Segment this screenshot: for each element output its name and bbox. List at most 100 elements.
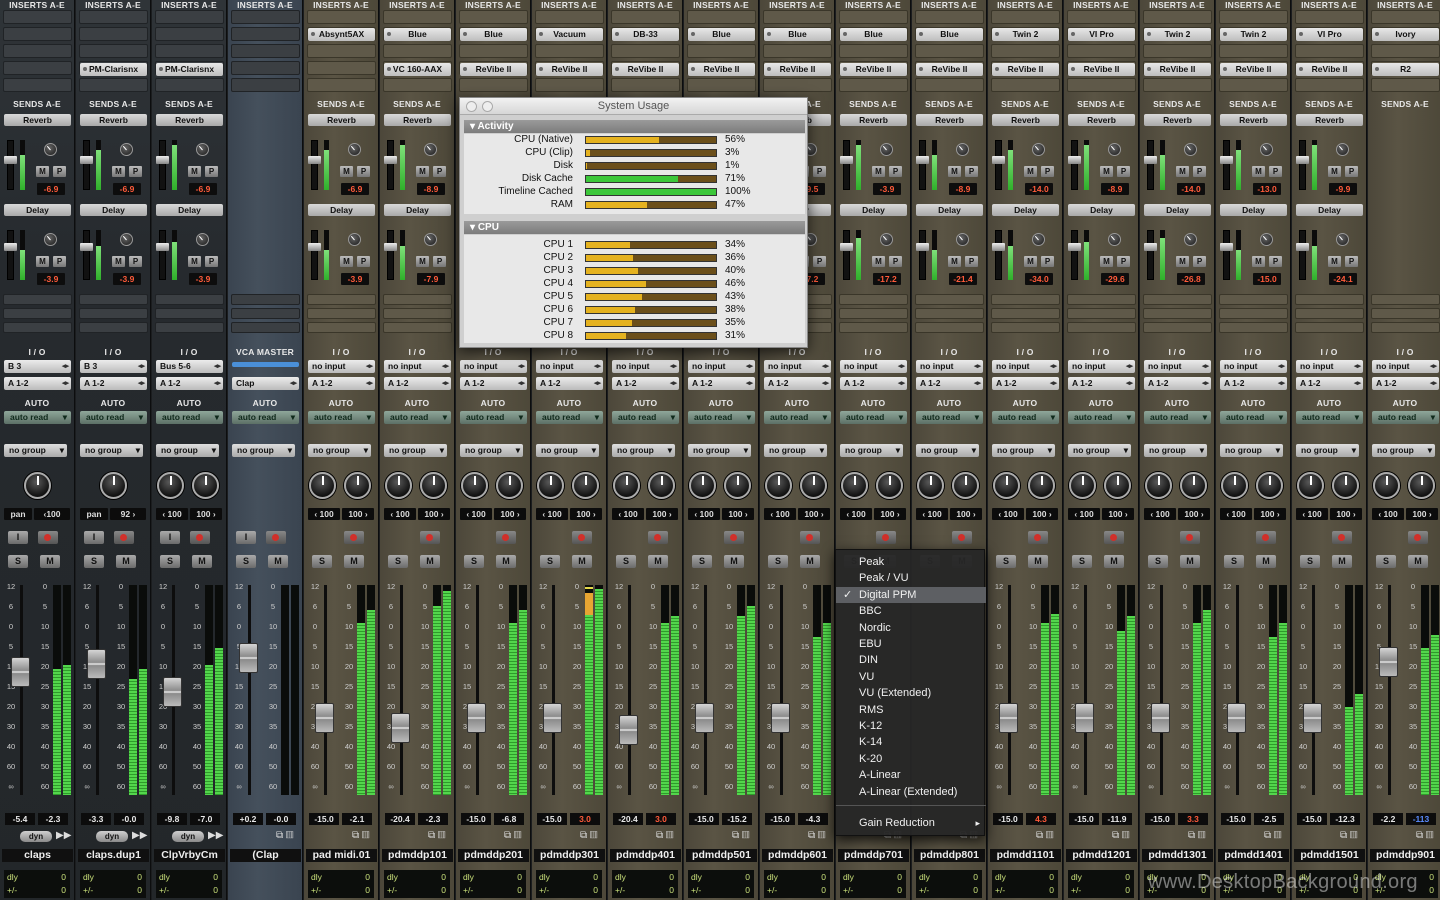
insert-slot[interactable] [535,10,604,24]
send-pan-knob[interactable] [348,233,361,246]
mute-button[interactable]: M [420,555,440,568]
send-fader-cap[interactable] [80,243,93,251]
insert-slot[interactable] [307,10,376,24]
close-window-icon[interactable] [466,101,477,112]
insert-slot[interactable] [763,10,832,24]
power-icon[interactable] [919,67,923,71]
send-slot[interactable] [383,322,452,333]
pre-post-button[interactable]: P [129,166,142,177]
input-selector[interactable]: no input [992,360,1059,373]
pre-post-button[interactable]: P [357,256,370,267]
pan-left-value[interactable]: ‹ 100 [764,508,796,520]
group-selector[interactable]: no group [1144,444,1207,457]
solo-button[interactable]: S [1072,555,1092,568]
insert-slot[interactable] [383,10,452,24]
pre-post-button[interactable]: P [813,256,826,267]
send-b-button[interactable]: Delay [1220,204,1287,216]
send-fader-cap[interactable] [1296,243,1309,251]
pan-left-knob[interactable] [385,472,412,499]
send-b-button[interactable]: Delay [308,204,375,216]
volume-fader[interactable] [239,643,258,673]
mute-send-button[interactable]: M [340,166,353,177]
send-slot[interactable] [3,322,72,333]
power-icon[interactable] [1223,32,1227,36]
mute-send-button[interactable]: M [36,166,49,177]
pan-right-value[interactable]: 100 › [950,508,982,520]
meter-type-item[interactable]: Peak [836,554,986,570]
pan-right-knob[interactable] [496,472,523,499]
pan-right-value[interactable]: 100 › [342,508,374,520]
pan-right-value[interactable]: 100 › [1102,508,1134,520]
pan-left-value[interactable]: ‹ 100 [1220,508,1252,520]
output-selector[interactable]: A 1-2 [536,377,603,390]
send-pan-knob[interactable] [424,143,437,156]
input-selector[interactable]: no input [1144,360,1211,373]
output-window-icon[interactable]: ⧉ ▥ [808,830,826,841]
send-b-button[interactable]: Delay [384,204,451,216]
pre-post-button[interactable]: P [1269,166,1282,177]
insert-slot[interactable] [79,44,148,58]
record-enable-button[interactable] [1180,531,1200,544]
power-icon[interactable] [691,67,695,71]
insert-slot[interactable] [3,78,72,92]
output-selector[interactable]: A 1-2 [916,377,983,390]
send-fader-cap[interactable] [1068,243,1081,251]
pan-right-knob[interactable] [1256,472,1283,499]
send-b-fader[interactable] [156,230,169,280]
pan-right-value[interactable]: 100 › [874,508,906,520]
output-selector[interactable]: A 1-2 [1296,377,1363,390]
mute-button[interactable]: M [40,555,60,568]
insert-slot[interactable] [307,61,376,75]
insert-plugin[interactable]: Blue [460,28,527,41]
pan-left-value[interactable]: ‹ 100 [1296,508,1328,520]
pan-left-knob[interactable] [1373,472,1400,499]
insert-plugin[interactable]: VC 160-AAX [384,63,451,76]
solo-button[interactable]: S [1148,555,1168,568]
send-slot[interactable] [383,294,452,305]
pan-left-knob[interactable] [537,472,564,499]
insert-plugin[interactable]: ReVibe II [1296,63,1363,76]
fader-track[interactable] [324,585,327,795]
send-slot[interactable] [3,294,72,305]
insert-slot[interactable] [839,78,908,92]
mute-button[interactable]: M [800,555,820,568]
send-slot[interactable] [1067,322,1136,333]
mute-send-button[interactable]: M [1100,256,1113,267]
send-b-button[interactable]: Delay [1068,204,1135,216]
track-name[interactable]: pdmddp701 [838,849,909,862]
mute-button[interactable]: M [192,555,212,568]
insert-slot[interactable] [383,78,452,92]
solo-button[interactable]: S [1224,555,1244,568]
power-icon[interactable] [995,32,999,36]
output-window-icon[interactable]: ⧉ ▥ [352,830,370,841]
pan-left-knob[interactable] [1069,472,1096,499]
record-enable-button[interactable] [724,531,744,544]
input-selector[interactable]: no input [308,360,375,373]
insert-slot[interactable] [1295,44,1364,58]
group-selector[interactable]: no group [612,444,675,457]
insert-plugin[interactable]: Ivory [1372,28,1439,41]
send-b-fader[interactable] [916,230,929,280]
insert-plugin[interactable]: ReVibe II [1068,63,1135,76]
send-slot[interactable] [3,308,72,319]
send-slot[interactable] [155,322,224,333]
insert-plugin[interactable]: ReVibe II [1220,63,1287,76]
input-selector[interactable]: no input [612,360,679,373]
insert-plugin[interactable]: Blue [840,28,907,41]
send-slot[interactable] [991,308,1060,319]
send-slot[interactable] [1143,322,1212,333]
send-a-button[interactable]: Reverb [916,114,983,126]
output-selector[interactable]: A 1-2 [80,377,147,390]
group-selector[interactable]: no group [460,444,523,457]
send-pan-knob[interactable] [880,143,893,156]
output-selector[interactable]: A 1-2 [1144,377,1211,390]
pre-post-button[interactable]: P [205,256,218,267]
pan-left-knob[interactable] [841,472,868,499]
send-slot[interactable] [1371,308,1440,319]
meter-type-item[interactable]: RMS [836,702,986,718]
insert-slot[interactable] [687,10,756,24]
pan-left-knob[interactable] [765,472,792,499]
automation-mode-selector[interactable]: auto read [1144,411,1211,424]
send-pan-knob[interactable] [956,233,969,246]
power-icon[interactable] [1071,32,1075,36]
